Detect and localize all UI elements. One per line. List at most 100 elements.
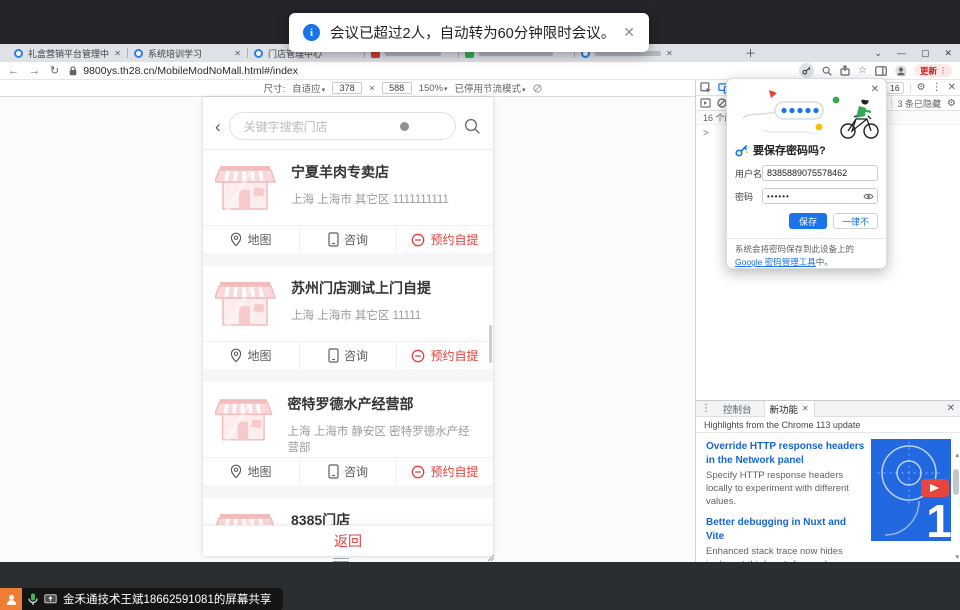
- devtools-menu-icon[interactable]: ⋮: [932, 82, 942, 93]
- zoom-value: 150%: [419, 83, 443, 94]
- size-label: 尺寸:: [263, 81, 285, 95]
- store-search-header: ‹ 关键字搜索门店: [203, 97, 493, 150]
- meeting-toast: i 会议已超过2人，自动转为60分钟限时会议。 ✕: [289, 13, 649, 52]
- store-card-body[interactable]: 苏州门店测试上门自提 上海 上海市 其它区 11111: [203, 266, 493, 341]
- page-scrollbar[interactable]: [489, 325, 492, 363]
- times-label: ×: [369, 83, 375, 94]
- map-button[interactable]: 地图: [203, 226, 299, 253]
- password-manager-link[interactable]: Google 密码管理工具: [735, 257, 816, 267]
- dropdown-icon: ▾: [322, 87, 326, 94]
- devtools-close-icon[interactable]: ✕: [948, 82, 956, 93]
- update-label: 更新: [920, 65, 937, 77]
- tab-whats-new[interactable]: 新功能 ✕: [764, 401, 815, 417]
- lock-icon[interactable]: [69, 66, 77, 76]
- scroll-down-icon[interactable]: ▾: [955, 553, 959, 561]
- throttle-dropdown[interactable]: 已停用节流模式▾: [455, 81, 526, 95]
- password-field[interactable]: ••••••: [762, 188, 878, 204]
- window-close-icon[interactable]: ✕: [944, 48, 952, 59]
- tab-close-icon[interactable]: ✕: [666, 49, 673, 58]
- presenter-avatar-icon: [0, 588, 22, 610]
- drawer-close-icon[interactable]: ✕: [947, 403, 955, 414]
- tab-close-icon[interactable]: ✕: [114, 49, 121, 58]
- pickup-button[interactable]: 预约自提: [396, 226, 493, 253]
- chrome-update-button[interactable]: 更新 ⋮: [915, 64, 952, 77]
- console-settings-icon[interactable]: ⚙: [947, 98, 956, 109]
- meeting-toast-text: 会议已超过2人，自动转为60分钟限时会议。: [330, 22, 621, 43]
- save-button[interactable]: 保存: [789, 213, 827, 229]
- map-pin-icon: [230, 348, 242, 363]
- side-panel-icon[interactable]: [875, 66, 887, 76]
- dialog-close-icon[interactable]: ✕: [871, 84, 879, 95]
- store-card: 密特罗德水产经营部 上海 上海市 静安区 密特罗德水产经营部 地图 咨询 预约自…: [203, 382, 493, 485]
- store-card-body[interactable]: 密特罗德水产经营部 上海 上海市 静安区 密特罗德水产经营部: [203, 382, 493, 457]
- return-button[interactable]: 返回: [203, 525, 493, 556]
- tab-gift-platform[interactable]: 礼盒营销平台管理中心 ✕: [8, 44, 127, 62]
- viewport-width-input[interactable]: 378: [332, 82, 362, 94]
- viewport-height-input[interactable]: 588: [382, 82, 412, 94]
- map-button[interactable]: 地图: [203, 342, 299, 369]
- whats-new-link[interactable]: Override HTTP response headers in the Ne…: [706, 440, 866, 467]
- search-icon[interactable]: [464, 118, 481, 135]
- profile-avatar[interactable]: [895, 65, 907, 77]
- store-search-input[interactable]: 关键字搜索门店: [229, 112, 456, 140]
- browser-menu-icon[interactable]: ⋮: [939, 66, 947, 75]
- inspect-element-icon[interactable]: [700, 82, 712, 94]
- window-controls: ⌄ — ▢ ✕: [874, 44, 956, 62]
- tab-training[interactable]: 系统培训学习 ✕: [128, 44, 247, 62]
- size-mode-dropdown[interactable]: 自适应▾: [292, 81, 325, 95]
- consult-button[interactable]: 咨询: [299, 226, 396, 253]
- app-back-icon[interactable]: ‹: [215, 118, 221, 135]
- pickup-button[interactable]: 预约自提: [396, 458, 493, 485]
- zoom-indicator-icon[interactable]: [822, 66, 832, 76]
- minimize-icon[interactable]: —: [897, 48, 906, 58]
- whats-new-link[interactable]: Better debugging in Nuxt and Vite: [706, 516, 866, 543]
- back-icon[interactable]: ←: [8, 65, 19, 77]
- consult-button[interactable]: 咨询: [299, 342, 396, 369]
- console-sidebar-icon[interactable]: [700, 98, 711, 108]
- maximize-icon[interactable]: ▢: [921, 48, 930, 59]
- store-card-actions: 地图 咨询 预约自提: [203, 341, 493, 369]
- phone-icon: [328, 464, 339, 479]
- password-key-icon[interactable]: [799, 63, 814, 78]
- password-illustration: [735, 84, 880, 140]
- pickup-button[interactable]: 预约自提: [396, 342, 493, 369]
- consult-label: 咨询: [344, 463, 368, 480]
- divider: [203, 369, 493, 382]
- drawer-menu-icon[interactable]: ⋮: [701, 403, 711, 414]
- screen-share-bar: 金禾通技术王斌18662591081的屏幕共享: [0, 588, 283, 610]
- consult-button[interactable]: 咨询: [299, 458, 396, 485]
- footer-text: 系统会将密码保存到此设备上的: [735, 244, 854, 254]
- consult-label: 咨询: [344, 231, 368, 248]
- drawer-scrollbar[interactable]: [953, 469, 959, 495]
- tab-close-icon[interactable]: ✕: [802, 404, 809, 413]
- tab-console[interactable]: 控制台: [718, 401, 757, 417]
- show-password-icon[interactable]: [863, 192, 874, 201]
- tab-close-icon[interactable]: ✕: [234, 49, 241, 58]
- share-icon[interactable]: [840, 65, 850, 76]
- new-tab-button[interactable]: ＋: [745, 45, 756, 61]
- password-key-icon: [735, 144, 748, 157]
- map-label: 地图: [247, 231, 271, 248]
- phone-icon: [328, 348, 339, 363]
- bookmark-star-icon[interactable]: ☆: [858, 65, 867, 76]
- scroll-up-icon[interactable]: ▴: [955, 451, 959, 459]
- resize-corner-icon[interactable]: [487, 554, 495, 562]
- pickup-icon: [411, 233, 425, 247]
- reload-icon[interactable]: ↻: [50, 64, 59, 77]
- whats-new-text: Specify HTTP response headers locally to…: [706, 470, 866, 508]
- storefront-icon: [215, 275, 277, 331]
- forward-icon[interactable]: →: [29, 65, 40, 77]
- toolbar-right: ☆ 更新 ⋮: [799, 63, 952, 78]
- window-menu-icon[interactable]: ⌄: [874, 48, 882, 59]
- map-button[interactable]: 地图: [203, 458, 299, 485]
- toast-close-icon[interactable]: ✕: [621, 24, 637, 41]
- never-button[interactable]: 一律不: [833, 213, 878, 229]
- whats-new-video-thumbnail[interactable]: 1: [871, 439, 951, 541]
- address-bar[interactable]: 9800ys.th28.cn/MobileModNoMall.html#/ind…: [83, 65, 789, 77]
- store-address: 上海 上海市 静安区 密特罗德水产经营部: [288, 423, 482, 455]
- store-card-body[interactable]: 宁夏羊肉专卖店 上海 上海市 其它区 1111111111: [203, 150, 493, 225]
- devtools-settings-icon[interactable]: ⚙: [917, 82, 926, 93]
- username-field[interactable]: 8385889075578462: [762, 165, 878, 181]
- dialog-footer: 系统会将密码保存到此设备上的 Google 密码管理工具中。: [735, 239, 878, 274]
- zoom-dropdown[interactable]: 150%▾: [419, 83, 448, 94]
